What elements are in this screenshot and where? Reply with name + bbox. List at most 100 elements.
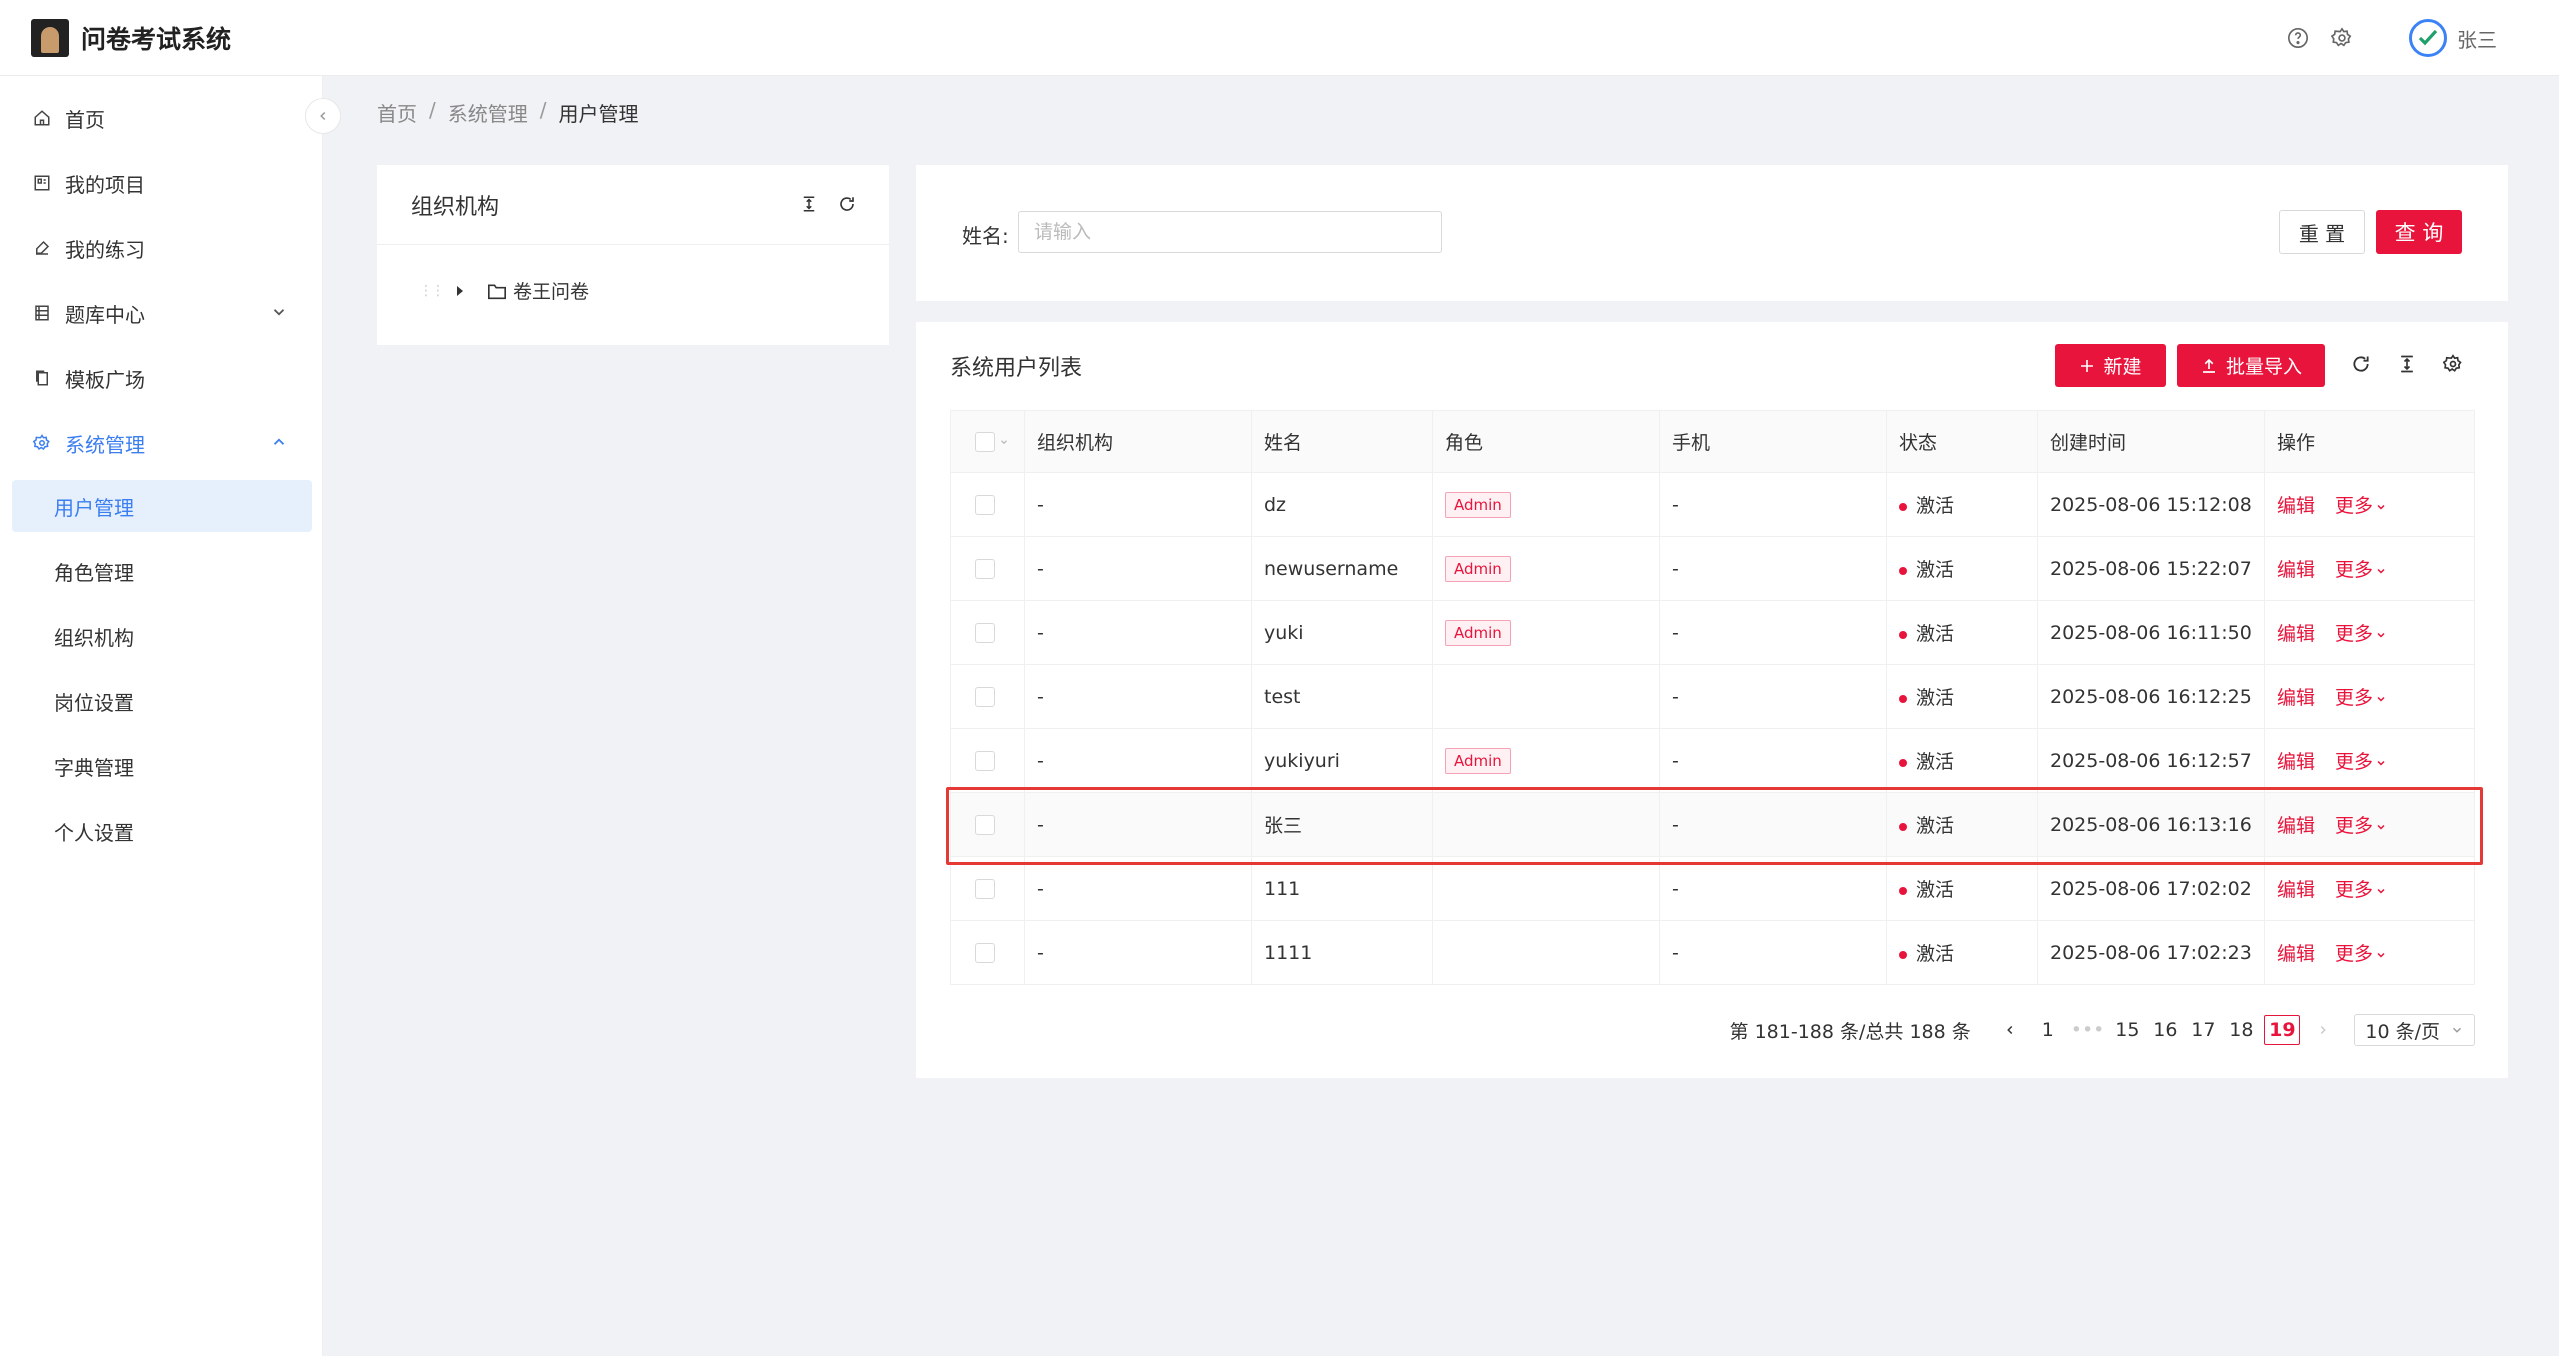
col-header-phone: 手机	[1659, 410, 1887, 473]
tree-node[interactable]: ⋮⋮ 卷王问卷	[419, 277, 589, 304]
name-search-input[interactable]	[1018, 211, 1442, 253]
sidebar-item-template-plaza[interactable]: 模板广场	[12, 352, 312, 404]
table-row[interactable]: - 张三 - 激活 2025-08-06 16:13:16 编辑 更多	[950, 792, 2475, 857]
edit-link[interactable]: 编辑	[2277, 687, 2315, 709]
row-checkbox[interactable]	[975, 751, 995, 771]
settings-icon[interactable]	[2440, 351, 2466, 377]
more-dropdown[interactable]: 更多	[2335, 879, 2387, 901]
more-dropdown[interactable]: 更多	[2335, 815, 2387, 837]
sidebar-collapse-button[interactable]	[305, 98, 341, 134]
new-user-button[interactable]: 新建	[2055, 344, 2166, 387]
edit-link[interactable]: 编辑	[2277, 559, 2315, 581]
cell-created: 2025-08-06 17:02:02	[2037, 856, 2265, 921]
edit-link[interactable]: 编辑	[2277, 943, 2315, 965]
row-checkbox[interactable]	[975, 815, 995, 835]
org-panel-title: 组织机构	[411, 194, 500, 220]
user-name[interactable]: 张三	[2457, 24, 2497, 53]
row-select-cell	[950, 600, 1025, 665]
sidebar-subitem-personal-settings[interactable]: 个人设置	[12, 805, 312, 857]
page-jump-ellipsis[interactable]: •••	[2071, 1015, 2105, 1045]
sidebar-item-label: 题库中心	[65, 302, 145, 327]
table-row[interactable]: -1111- 激活 2025-08-06 17:02:23 编辑 更多	[950, 920, 2475, 985]
table-row[interactable]: -111- 激活 2025-08-06 17:02:02 编辑 更多	[950, 856, 2475, 921]
refresh-icon[interactable]	[2348, 351, 2374, 377]
edit-link[interactable]: 编辑	[2277, 751, 2315, 773]
table-row[interactable]: - yuki Admin - 激活 2025-08-06 16:11:50 编辑 更多	[950, 600, 2475, 665]
column-height-icon[interactable]	[2394, 351, 2420, 377]
prev-page-button[interactable]	[1995, 1015, 2025, 1045]
tree-node-label: 卷王问卷	[513, 281, 590, 303]
query-button[interactable]: 查 询	[2376, 210, 2462, 254]
user-avatar[interactable]	[2409, 19, 2447, 57]
more-dropdown[interactable]: 更多	[2335, 495, 2387, 517]
sidebar-item-my-projects[interactable]: 我的项目	[12, 157, 312, 209]
new-user-label: 新建	[2103, 356, 2142, 378]
row-checkbox[interactable]	[975, 559, 995, 579]
cell-actions: 编辑 更多	[2264, 920, 2475, 985]
sidebar-subitem-organization[interactable]: 组织机构	[12, 610, 312, 662]
chevron-down-icon[interactable]	[999, 437, 1009, 447]
sidebar-subitem-positions[interactable]: 岗位设置	[12, 675, 312, 727]
more-label: 更多	[2335, 559, 2374, 581]
column-height-icon[interactable]	[797, 192, 821, 216]
cell-role	[1432, 856, 1660, 921]
select-all-checkbox[interactable]	[975, 432, 995, 452]
status-dot-icon	[1899, 566, 1907, 575]
drag-handle-icon[interactable]: ⋮⋮	[419, 283, 445, 299]
breadcrumb-system[interactable]: 系统管理	[448, 98, 528, 127]
status-dot-icon	[1899, 630, 1907, 639]
row-checkbox[interactable]	[975, 687, 995, 707]
help-icon[interactable]	[2285, 25, 2311, 51]
next-page-button[interactable]	[2308, 1015, 2338, 1045]
status-dot-icon	[1899, 694, 1907, 703]
edit-link[interactable]: 编辑	[2277, 879, 2315, 901]
cell-phone: -	[1659, 600, 1887, 665]
row-checkbox[interactable]	[975, 623, 995, 643]
settings-icon[interactable]	[2329, 25, 2355, 51]
refresh-icon[interactable]	[835, 192, 859, 216]
page-17[interactable]: 17	[2188, 1015, 2218, 1045]
row-checkbox[interactable]	[975, 943, 995, 963]
more-dropdown[interactable]: 更多	[2335, 943, 2387, 965]
table-row[interactable]: - newusername Admin - 激活 2025-08-06 15:22:07 编…	[950, 536, 2475, 601]
role-tag: Admin	[1445, 555, 1511, 582]
page-15[interactable]: 15	[2112, 1015, 2142, 1045]
table-row[interactable]: - yukiyuri Admin - 激活 2025-08-06 16:12:57 编辑 更多	[950, 728, 2475, 793]
sidebar-subitem-role-management[interactable]: 角色管理	[12, 545, 312, 597]
cell-role	[1432, 920, 1660, 985]
edit-icon	[31, 237, 53, 259]
cell-actions: 编辑 更多	[2264, 856, 2475, 921]
breadcrumb-home[interactable]: 首页	[377, 98, 417, 127]
more-dropdown[interactable]: 更多	[2335, 559, 2387, 581]
table-row[interactable]: - test - 激活 2025-08-06 16:12:25 编辑 更多	[950, 664, 2475, 729]
row-checkbox[interactable]	[975, 495, 995, 515]
cell-actions: 编辑 更多	[2264, 472, 2475, 537]
sidebar-item-home[interactable]: 首页	[12, 92, 312, 144]
more-dropdown[interactable]: 更多	[2335, 623, 2387, 645]
page-1[interactable]: 1	[2033, 1015, 2063, 1045]
edit-link[interactable]: 编辑	[2277, 495, 2315, 517]
reset-button[interactable]: 重 置	[2279, 210, 2365, 254]
sidebar-item-system-management[interactable]: 系统管理	[12, 417, 312, 469]
folder-icon	[488, 283, 506, 299]
page-size-select[interactable]: 10 条/页	[2354, 1014, 2475, 1046]
upload-icon	[2202, 358, 2215, 373]
more-dropdown[interactable]: 更多	[2335, 687, 2387, 709]
page-18[interactable]: 18	[2226, 1015, 2256, 1045]
more-dropdown[interactable]: 更多	[2335, 751, 2387, 773]
page-16[interactable]: 16	[2150, 1015, 2180, 1045]
edit-link[interactable]: 编辑	[2277, 815, 2315, 837]
sidebar-item-question-bank[interactable]: 题库中心	[12, 287, 312, 339]
cell-status: 激活	[1886, 472, 2038, 537]
edit-link[interactable]: 编辑	[2277, 623, 2315, 645]
sidebar-item-my-practice[interactable]: 我的练习	[12, 222, 312, 274]
batch-import-button[interactable]: 批量导入	[2177, 344, 2325, 387]
row-checkbox[interactable]	[975, 879, 995, 899]
caret-right-icon[interactable]	[457, 285, 463, 296]
sidebar-subitem-dictionary[interactable]: 字典管理	[12, 740, 312, 792]
status-text: 激活	[1916, 815, 1955, 837]
table-row[interactable]: - dz Admin - 激活 2025-08-06 15:12:08 编辑 更多	[950, 472, 2475, 537]
app-logo[interactable]	[31, 18, 69, 57]
sidebar-subitem-user-management[interactable]: 用户管理	[12, 480, 312, 532]
page-19-current[interactable]: 19	[2264, 1015, 2301, 1045]
